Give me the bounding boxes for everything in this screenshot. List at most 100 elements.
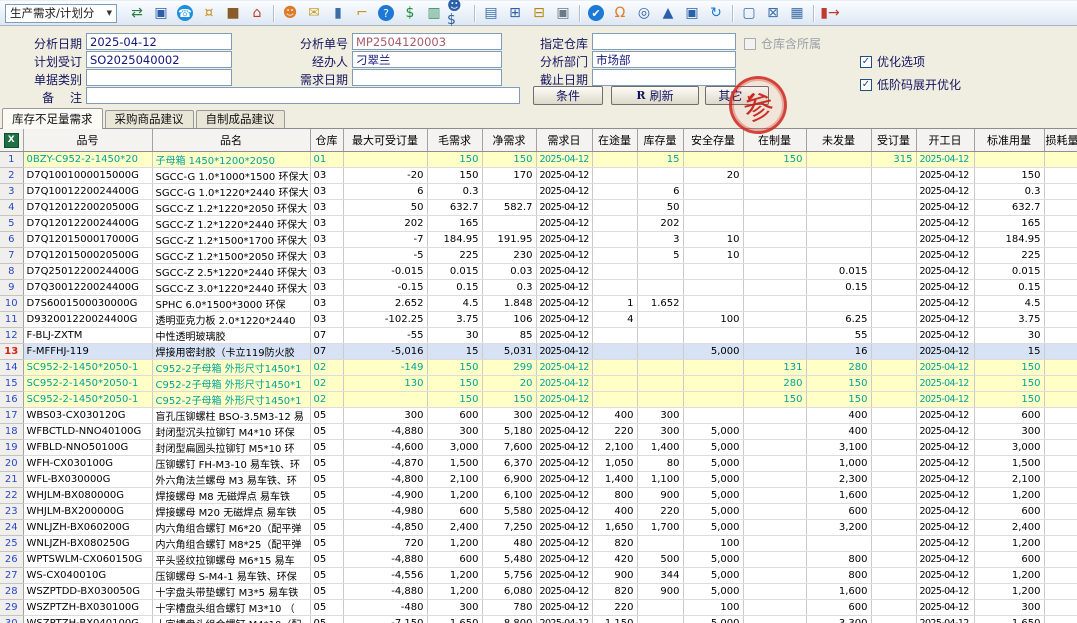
cell-loss-qty[interactable] — [1044, 456, 1077, 472]
tab-selfmade-suggestion[interactable]: 自制成品建议 — [196, 110, 285, 128]
cell-max-orderable[interactable]: -149 — [343, 360, 427, 376]
cell-in-transit-qty[interactable] — [592, 168, 637, 184]
cell-max-orderable[interactable]: 50 — [343, 200, 427, 216]
cell-standard-qty[interactable]: 1,500 — [974, 456, 1044, 472]
cell-warehouse[interactable]: 03 — [310, 200, 343, 216]
cell-warehouse[interactable]: 02 — [310, 376, 343, 392]
cell-gross-demand[interactable]: 2,400 — [427, 520, 482, 536]
analysis-date-input[interactable] — [86, 33, 232, 50]
row-number[interactable]: 7 — [0, 248, 23, 264]
cell-start-date[interactable]: 2025-04-12 — [916, 552, 974, 568]
cell-demand-date[interactable]: 2025-04-12 — [536, 536, 592, 552]
cell-max-orderable[interactable]: -0.015 — [343, 264, 427, 280]
cell-ordered-qty[interactable] — [871, 472, 916, 488]
refresh-button[interactable]: R 刷新 — [611, 86, 699, 105]
cell-item-code[interactable]: WFL-BX030000G — [23, 472, 152, 488]
analysis-no-input[interactable] — [352, 33, 502, 50]
cell-demand-date[interactable]: 2025-04-12 — [536, 280, 592, 296]
cell-standard-qty[interactable]: 1,200 — [974, 584, 1044, 600]
cell-safety-stock[interactable]: 100 — [683, 600, 743, 616]
cell-demand-date[interactable]: 2025-04-12 — [536, 616, 592, 623]
cell-max-orderable[interactable]: -55 — [343, 328, 427, 344]
column-header-demand-date[interactable]: 需求日 — [536, 129, 592, 152]
cell-warehouse[interactable]: 03 — [310, 168, 343, 184]
row-number[interactable]: 26 — [0, 552, 23, 568]
row-number[interactable]: 9 — [0, 280, 23, 296]
cell-standard-qty[interactable]: 3.75 — [974, 312, 1044, 328]
cell-item-code[interactable]: WNLJZH-BX060200G — [23, 520, 152, 536]
report-icon[interactable]: ▤ — [480, 3, 502, 23]
cell-warehouse[interactable]: 05 — [310, 408, 343, 424]
cell-stock-qty[interactable]: 1,400 — [637, 440, 683, 456]
customer-money-icon[interactable]: ☻$ — [447, 3, 469, 23]
cell-max-orderable[interactable]: -4,980 — [343, 504, 427, 520]
cell-gross-demand[interactable]: 0.015 — [427, 264, 482, 280]
row-number[interactable]: 29 — [0, 600, 23, 616]
cell-item-code[interactable]: WNLJZH-BX080250G — [23, 536, 152, 552]
cell-in-production-qty[interactable] — [743, 296, 806, 312]
cell-unshipped-qty[interactable]: 150 — [806, 376, 871, 392]
cell-safety-stock[interactable] — [683, 200, 743, 216]
cell-net-demand[interactable]: 230 — [482, 248, 536, 264]
card-icon[interactable]: ▮ — [327, 3, 349, 23]
cell-stock-qty[interactable]: 1,700 — [637, 520, 683, 536]
cell-standard-qty[interactable]: 150 — [974, 360, 1044, 376]
remote-monitor-icon[interactable]: ▣ — [681, 3, 703, 23]
cell-gross-demand[interactable]: 225 — [427, 248, 482, 264]
operator-input[interactable] — [352, 51, 502, 68]
cell-item-name[interactable]: 焊接螺母 M8 无磁焊点 易车铁 — [152, 488, 310, 504]
cell-item-name[interactable]: 外六角法兰螺母 M3 易车铁、环 — [152, 472, 310, 488]
cell-max-orderable[interactable]: 130 — [343, 376, 427, 392]
cell-demand-date[interactable]: 2025-04-12 — [536, 392, 592, 408]
cell-item-name[interactable]: 十字盘头带垫螺钉 M3*5 易车铁 — [152, 584, 310, 600]
cell-in-transit-qty[interactable]: 820 — [592, 536, 637, 552]
cell-safety-stock[interactable]: 5,000 — [683, 584, 743, 600]
search-doc-icon[interactable]: ◎ — [633, 3, 655, 23]
cell-unshipped-qty[interactable]: 0.015 — [806, 264, 871, 280]
cell-ordered-qty[interactable] — [871, 360, 916, 376]
cell-start-date[interactable]: 2025-04-12 — [916, 616, 974, 623]
cell-loss-qty[interactable] — [1044, 360, 1077, 376]
column-header-safety-stock[interactable]: 安全存量 — [683, 129, 743, 152]
table-row[interactable]: 7D7Q1201500020500GSGCC-Z 1.2*1500*2050 环… — [0, 248, 1077, 264]
cell-start-date[interactable]: 2025-04-12 — [916, 392, 974, 408]
cell-start-date[interactable]: 2025-04-12 — [916, 536, 974, 552]
exit-icon[interactable]: ▮→ — [819, 3, 841, 23]
cell-demand-date[interactable]: 2025-04-12 — [536, 552, 592, 568]
cell-gross-demand[interactable]: 1,200 — [427, 488, 482, 504]
doc-type-input[interactable] — [86, 69, 232, 86]
cell-warehouse[interactable]: 05 — [310, 456, 343, 472]
cell-stock-qty[interactable]: 80 — [637, 456, 683, 472]
cell-item-name[interactable]: 十字槽盘头组合螺钉 M4*10（配 — [152, 616, 310, 623]
cell-stock-qty[interactable]: 900 — [637, 488, 683, 504]
cell-ordered-qty[interactable] — [871, 328, 916, 344]
cell-safety-stock[interactable] — [683, 216, 743, 232]
cell-start-date[interactable]: 2025-04-12 — [916, 152, 974, 168]
cell-gross-demand[interactable]: 300 — [427, 424, 482, 440]
row-number[interactable]: 24 — [0, 520, 23, 536]
cell-stock-qty[interactable]: 900 — [637, 584, 683, 600]
table-row[interactable]: 30WSZPTZH-BX040100G十字槽盘头组合螺钉 M4*10（配05-7… — [0, 616, 1077, 623]
cell-ordered-qty[interactable] — [871, 616, 916, 623]
approve-icon[interactable]: ✔ — [588, 5, 604, 21]
cell-max-orderable[interactable]: -4,880 — [343, 584, 427, 600]
table-row[interactable]: 12F-BLJ-ZXTM中性透明玻璃胶07-5530852025-04-1255… — [0, 328, 1077, 344]
cell-item-code[interactable]: SC952-2-1450*2050-1 — [23, 392, 152, 408]
row-number[interactable]: 10 — [0, 296, 23, 312]
cell-loss-qty[interactable] — [1044, 520, 1077, 536]
cell-item-code[interactable]: 0BZY-C952-2-1450*20 — [23, 152, 152, 168]
cell-item-name[interactable]: SGCC-G 1.0*1220*2440 环保大 — [152, 184, 310, 200]
help-icon[interactable]: ? — [378, 5, 394, 21]
cell-item-name[interactable]: 中性透明玻璃胶 — [152, 328, 310, 344]
table-row[interactable]: 13F-MFFHJ-119焊接用密封胶（卡立119防火胶07-5,016155,… — [0, 344, 1077, 360]
cell-unshipped-qty[interactable] — [806, 216, 871, 232]
mail-icon[interactable]: ✉ — [303, 3, 325, 23]
cell-safety-stock[interactable]: 100 — [683, 536, 743, 552]
cell-safety-stock[interactable]: 5,000 — [683, 472, 743, 488]
table-row[interactable]: 22WHJLM-BX080000G焊接螺母 M8 无磁焊点 易车铁05-4,90… — [0, 488, 1077, 504]
cell-in-transit-qty[interactable]: 1,400 — [592, 472, 637, 488]
cell-max-orderable[interactable]: -4,880 — [343, 552, 427, 568]
cell-demand-date[interactable]: 2025-04-12 — [536, 216, 592, 232]
row-number[interactable]: 1 — [0, 152, 23, 168]
cell-ordered-qty[interactable] — [871, 200, 916, 216]
